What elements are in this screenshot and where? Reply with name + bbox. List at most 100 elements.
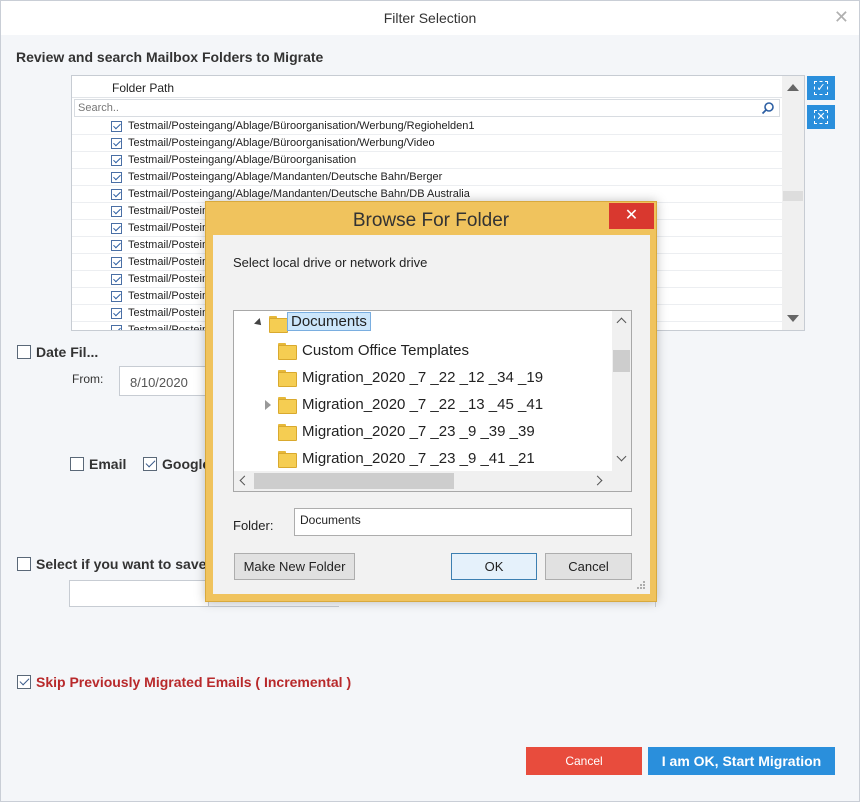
tree-item-migration-3[interactable]: Migration_2020 _7 _23 _9 _39 _39 [234, 419, 604, 446]
select-all-button[interactable]: ✓ [807, 76, 835, 100]
row-checkbox[interactable] [111, 206, 122, 217]
tree-vertical-scrollbar[interactable] [612, 311, 631, 471]
tree-item-migration-4[interactable]: Migration_2020 _7 _23 _9 _41 _21 [234, 446, 604, 473]
browse-folder-dialog: Browse For Folder ✕ Select local drive o… [205, 201, 657, 602]
tree-item-label: Custom Office Templates [302, 342, 470, 359]
dialog-title: Browse For Folder [352, 210, 510, 231]
save-path-field-bottom [209, 606, 339, 607]
folder-icon [278, 370, 297, 387]
from-label: From: [72, 372, 104, 386]
row-checkbox[interactable] [111, 257, 122, 268]
tree-item-custom-office-templates[interactable]: Custom Office Templates [234, 338, 604, 365]
row-checkbox[interactable] [111, 121, 122, 132]
email-checkbox[interactable] [70, 457, 84, 471]
dialog-body: Select local drive or network drive Docu… [213, 235, 650, 594]
tree-hscroll-thumb[interactable] [254, 473, 454, 489]
row-checkbox[interactable] [111, 138, 122, 149]
google-checkbox[interactable] [143, 457, 157, 471]
folder-path-cell: Testmail/Posteing [128, 324, 215, 331]
tree-item-label: Documents [287, 312, 371, 331]
scroll-down-icon[interactable] [787, 315, 799, 322]
tree-item-documents[interactable]: Documents [234, 311, 604, 338]
date-filter-checkbox[interactable] [17, 345, 31, 359]
folder-path-cell: Testmail/Posteing [128, 273, 215, 285]
close-icon[interactable]: ✕ [834, 7, 849, 28]
row-checkbox[interactable] [111, 308, 122, 319]
dialog-prompt: Select local drive or network drive [233, 255, 428, 270]
window-title: Filter Selection [383, 10, 477, 26]
row-checkbox[interactable] [111, 155, 122, 166]
chevron-down-icon[interactable] [616, 451, 627, 462]
folder-path-cell: Testmail/Posteingang/Ablage/Büroorganisa… [128, 154, 357, 166]
folder-icon [278, 424, 297, 441]
chevron-left-icon[interactable] [239, 475, 250, 486]
scroll-up-icon[interactable] [787, 84, 799, 91]
tree-item-label: Migration_2020 _7 _23 _9 _41 _21 [302, 450, 535, 467]
filter-selection-window: Filter Selection ✕ Review and search Mai… [0, 0, 860, 802]
google-label: Google [162, 456, 211, 472]
tree-item-migration-2[interactable]: Migration_2020 _7 _22 _13 _45 _41 [234, 392, 604, 419]
incremental-checkbox[interactable] [17, 675, 31, 689]
folder-path-cell: Testmail/Posteing [128, 307, 215, 319]
grid-header: Folder Path [72, 76, 782, 98]
expanded-arrow-icon[interactable] [254, 318, 264, 328]
collapsed-arrow-icon[interactable] [265, 400, 271, 410]
column-header-folder-path[interactable]: Folder Path [112, 81, 174, 95]
from-date-field[interactable]: 8/10/2020 [119, 366, 209, 396]
folders-section-title: Review and search Mailbox Folders to Mig… [16, 49, 324, 65]
chevron-right-icon[interactable] [592, 475, 603, 486]
tree-item-label: Migration_2020 _7 _22 _13 _45 _41 [302, 396, 544, 413]
row-checkbox[interactable] [111, 223, 122, 234]
deselect-all-icon: ✕ [814, 110, 828, 124]
dialog-cancel-button[interactable]: Cancel [545, 553, 632, 580]
make-new-folder-button[interactable]: Make New Folder [234, 553, 355, 580]
scroll-thumb[interactable] [783, 191, 803, 201]
row-checkbox[interactable] [111, 172, 122, 183]
dialog-close-button[interactable]: ✕ [609, 203, 654, 229]
folder-icon [278, 343, 297, 360]
folder-path-cell: Testmail/Posteing [128, 256, 215, 268]
folder-icon [278, 397, 297, 414]
grid-scrollbar[interactable] [782, 76, 804, 330]
ok-button[interactable]: OK [451, 553, 537, 580]
save-path-field[interactable] [69, 580, 209, 607]
cancel-button[interactable]: Cancel [526, 747, 642, 775]
row-checkbox[interactable] [111, 274, 122, 285]
row-checkbox[interactable] [111, 189, 122, 200]
documents-folder-icon [269, 316, 288, 333]
search-input[interactable]: Search.. [74, 99, 780, 117]
folder-path-cell: Testmail/Posteing [128, 222, 215, 234]
folder-path-cell: Testmail/Posteing [128, 290, 215, 302]
tree-horizontal-scrollbar[interactable] [234, 471, 631, 491]
title-bar: Filter Selection ✕ [1, 1, 859, 35]
row-checkbox[interactable] [111, 240, 122, 251]
table-row[interactable]: Testmail/Posteingang/Ablage/Büroorganisa… [72, 135, 782, 152]
search-placeholder: Search.. [78, 102, 119, 114]
tree-vscroll-thumb[interactable] [613, 350, 630, 372]
table-row[interactable]: Testmail/Posteingang/Ablage/Mandanten/De… [72, 169, 782, 186]
folder-input[interactable]: Documents [294, 508, 632, 536]
folder-label: Folder: [233, 518, 274, 533]
table-row[interactable]: Testmail/Posteingang/Ablage/Büroorganisa… [72, 152, 782, 169]
chevron-up-icon[interactable] [616, 317, 627, 328]
tree-item-migration-1[interactable]: Migration_2020 _7 _22 _12 _34 _19 [234, 365, 604, 392]
folder-path-cell: Testmail/Posteingang/Ablage/Büroorganisa… [128, 137, 435, 149]
date-filter-label: Date Fil... [36, 344, 99, 360]
row-checkbox[interactable] [111, 291, 122, 302]
folder-path-cell: Testmail/Posteingang/Ablage/Büroorganisa… [128, 120, 475, 132]
deselect-all-button[interactable]: ✕ [807, 105, 835, 129]
start-migration-button[interactable]: I am OK, Start Migration [648, 747, 835, 775]
folder-path-cell: Testmail/Posteing [128, 239, 215, 251]
folder-path-cell: Testmail/Posteingang/Ablage/Mandanten/De… [128, 188, 470, 200]
table-row[interactable]: Testmail/Posteingang/Ablage/Büroorganisa… [72, 118, 782, 135]
save-option-checkbox[interactable] [17, 557, 31, 571]
folder-tree: Documents Custom Office Templates Migrat… [233, 310, 632, 492]
folder-path-cell: Testmail/Posteing [128, 205, 215, 217]
email-label: Email [89, 456, 127, 472]
folder-path-cell: Testmail/Posteingang/Ablage/Mandanten/De… [128, 171, 443, 183]
resize-grip-icon[interactable] [636, 580, 646, 590]
tree-item-label: Migration_2020 _7 _22 _12 _34 _19 [302, 369, 544, 386]
folder-icon [278, 451, 297, 468]
search-icon[interactable] [761, 101, 775, 115]
row-checkbox[interactable] [111, 325, 122, 330]
